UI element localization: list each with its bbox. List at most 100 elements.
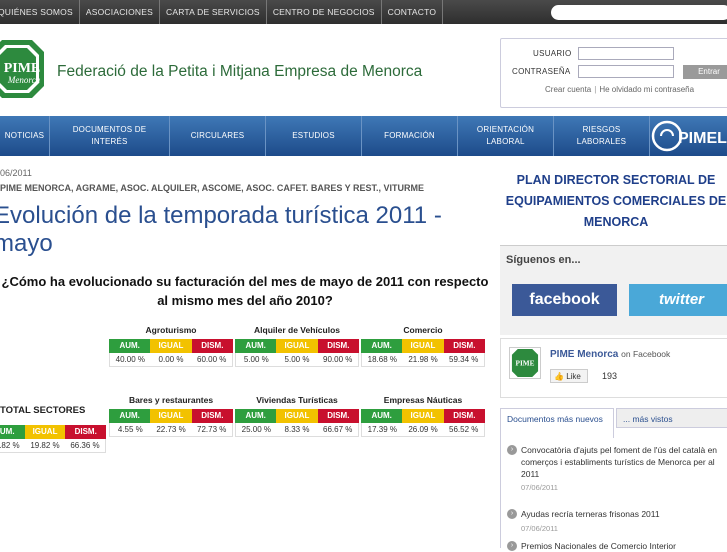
username-label: USUARIO [533,49,572,58]
sector-name: Bares y restaurantes [128,395,214,405]
sector-bares-restaurantes: Bares y restaurantes AUM. IGUAL DISM. 4.55… [109,395,233,437]
list-item[interactable]: › Premios Nacionales de Comercio Interio… [507,540,727,552]
svg-text:PIME: PIME [516,359,535,367]
igual-value: 26.09 % [408,425,438,434]
doc-title-line1[interactable]: Convocatòria d'ajuts pel foment de l'ús … [521,444,717,456]
pime-logo[interactable]: PIME Menorca [0,38,46,100]
thumbs-up-icon: 👍 [554,372,564,381]
topnav-contacto[interactable]: CONTACTO [382,0,444,24]
pimelab-logo[interactable]: PIMELAB [651,118,727,154]
sector-total: TOTAL SECTORES AUM.IGUALDISM. 13.82 % 19.… [0,405,107,453]
igual-header: IGUAL [276,409,318,423]
fb-like-label: Like [566,372,581,381]
aum-header: AUM. [361,339,403,353]
dism-value: 60.00 % [197,355,227,364]
dism-value: 59.34 % [449,355,479,364]
nav-estudios[interactable]: ESTUDIOS [266,116,362,156]
dism-header: DISM. [191,409,233,423]
nav-documentos[interactable]: DOCUMENTOS DE INTERÉS [50,116,170,156]
svg-text:PIME: PIME [4,61,41,76]
search-input[interactable] [551,5,727,20]
doc-title-line1[interactable]: Premios Nacionales de Comercio Interior [521,540,676,552]
svg-text:Menorca: Menorca [7,75,41,85]
fb-page-avatar[interactable]: PIME [509,347,541,379]
docs-tabs: Documentos más nuevos ... más vistos [500,408,727,438]
username-input[interactable] [578,47,674,60]
top-nav: QUIÉNES SOMOS ASOCIACIONES CARTA DE SERV… [0,0,444,24]
igual-header: IGUAL [402,339,444,353]
aum-header: AUM. [235,409,277,423]
igual-value: 8.33 % [284,425,310,434]
main-nav: NOTICIAS DOCUMENTOS DE INTERÉS CIRCULARE… [0,116,727,156]
dism-header: DISM. [317,339,359,353]
list-item[interactable]: › Ayudas recría terneras frisonas 2011 0… [507,508,727,538]
tab-newest-docs[interactable]: Documentos más nuevos [500,408,614,438]
nav-noticias[interactable]: NOTICIAS [0,116,50,156]
igual-value: 21.98 % [408,355,438,364]
aum-value: 5.00 % [243,355,269,364]
dism-header: DISM. [317,409,359,423]
aum-value: 25.00 % [241,425,272,434]
topnav-asociaciones[interactable]: ASOCIACIONES [80,0,160,24]
forgot-password-link[interactable]: He olvidado mi contraseña [599,85,694,94]
article-date: 06/2011 [0,168,32,178]
sector-empresas-nauticas: Empresas Náuticas AUM. IGUAL DISM. 17.39 %… [361,395,485,437]
igual-value: 5.00 % [284,355,310,364]
dism-header: DISM. [65,425,107,439]
sector-name: Comercio [403,325,443,335]
igual-value: 22.73 % [156,425,186,434]
dism-value: 66.67 % [323,425,353,434]
sector-agroturismo: Agroturismo AUM. IGUAL DISM. 40.00 % 0.00 %… [109,325,233,367]
twitter-button[interactable]: twitter [629,284,727,316]
nav-formacion[interactable]: FORMACIÓN [362,116,458,156]
tab-most-viewed[interactable]: ... más vistos [616,408,727,428]
survey-question: ¿Cómo ha evolucionado su facturación del… [1,274,489,308]
top-bar: QUIÉNES SOMOS ASOCIACIONES CARTA DE SERV… [0,0,727,24]
fb-page-name[interactable]: PIME Menorca [550,349,618,360]
dism-header: DISM. [191,339,233,353]
fb-like-button[interactable]: 👍 Like [550,369,588,383]
pime-logo-icon: PIME Menorca [0,40,44,98]
igual-header: IGUAL [402,409,444,423]
pime-logo-icon: PIME [511,348,539,378]
topnav-centro-negocios[interactable]: CENTRO DE NEGOCIOS [267,0,382,24]
svg-text:PIMELAB: PIMELAB [678,130,727,147]
dism-header: DISM. [443,409,485,423]
doc-date: 07/06/2011 [521,524,558,533]
sector-name: Viviendas Turísticas [256,395,338,405]
enter-button[interactable]: Entrar [683,65,727,79]
article-tags: PIME MENORCA, AGRAME, ASOC. ALQUILER, AS… [0,183,425,193]
pimelab-logo-icon: PIMELAB [651,120,727,152]
facebook-button[interactable]: facebook [512,284,617,316]
sector-viviendas-turisticas: Viviendas Turísticas AUM. IGUAL DISM. 25.0… [235,395,359,437]
dism-header: DISM. [443,339,485,353]
aum-value: 13.82 % [0,441,20,450]
password-input[interactable] [578,65,674,78]
nav-orientacion[interactable]: ORIENTACIÓN LABORAL [458,116,554,156]
aum-value: 40.00 % [115,355,146,364]
doc-title-line1[interactable]: Ayudas recría terneras frisonas 2011 [521,508,660,520]
topnav-carta-servicios[interactable]: CARTA DE SERVICIOS [160,0,267,24]
sector-name: TOTAL SECTORES [0,405,86,416]
dism-value: 90.00 % [323,355,353,364]
sector-name: Alquiler de Vehículos [254,325,340,335]
topnav-quienes-somos[interactable]: QUIÉNES SOMOS [0,0,80,24]
list-item[interactable]: › Convocatòria d'ajuts pel foment de l'ú… [507,444,727,504]
password-label: CONTRASEÑA [512,67,571,76]
sector-comercio: Comercio AUM. IGUAL DISM. 18.68 % 21.98 % 59… [361,325,485,367]
fb-on-label: on Facebook [621,349,671,359]
doc-title-line3[interactable]: 2011 [521,468,539,480]
doc-title-line2[interactable]: comerços i establiments turístics de Men… [521,456,715,468]
login-links: Crear cuenta | He olvidado mi contraseña [545,85,695,94]
follow-heading: Síguenos en... [506,254,581,266]
create-account-link[interactable]: Crear cuenta [545,85,591,94]
dism-value: 66.36 % [70,441,100,450]
nav-riesgos[interactable]: RIESGOS LABORALES [554,116,650,156]
aum-value: 18.68 % [367,355,398,364]
plan-director-banner[interactable]: PLAN DIRECTOR SECTORIAL DE EQUIPAMIENTOS… [500,170,727,233]
igual-value: 19.82 % [30,441,60,450]
docs-list: › Convocatòria d'ajuts pel foment de l'ú… [500,438,727,551]
facebook-widget: PIME PIME Menorca on Facebook 👍 Like 193 [500,338,727,398]
nav-circulares[interactable]: CIRCULARES [170,116,266,156]
dism-value: 56.52 % [449,425,479,434]
